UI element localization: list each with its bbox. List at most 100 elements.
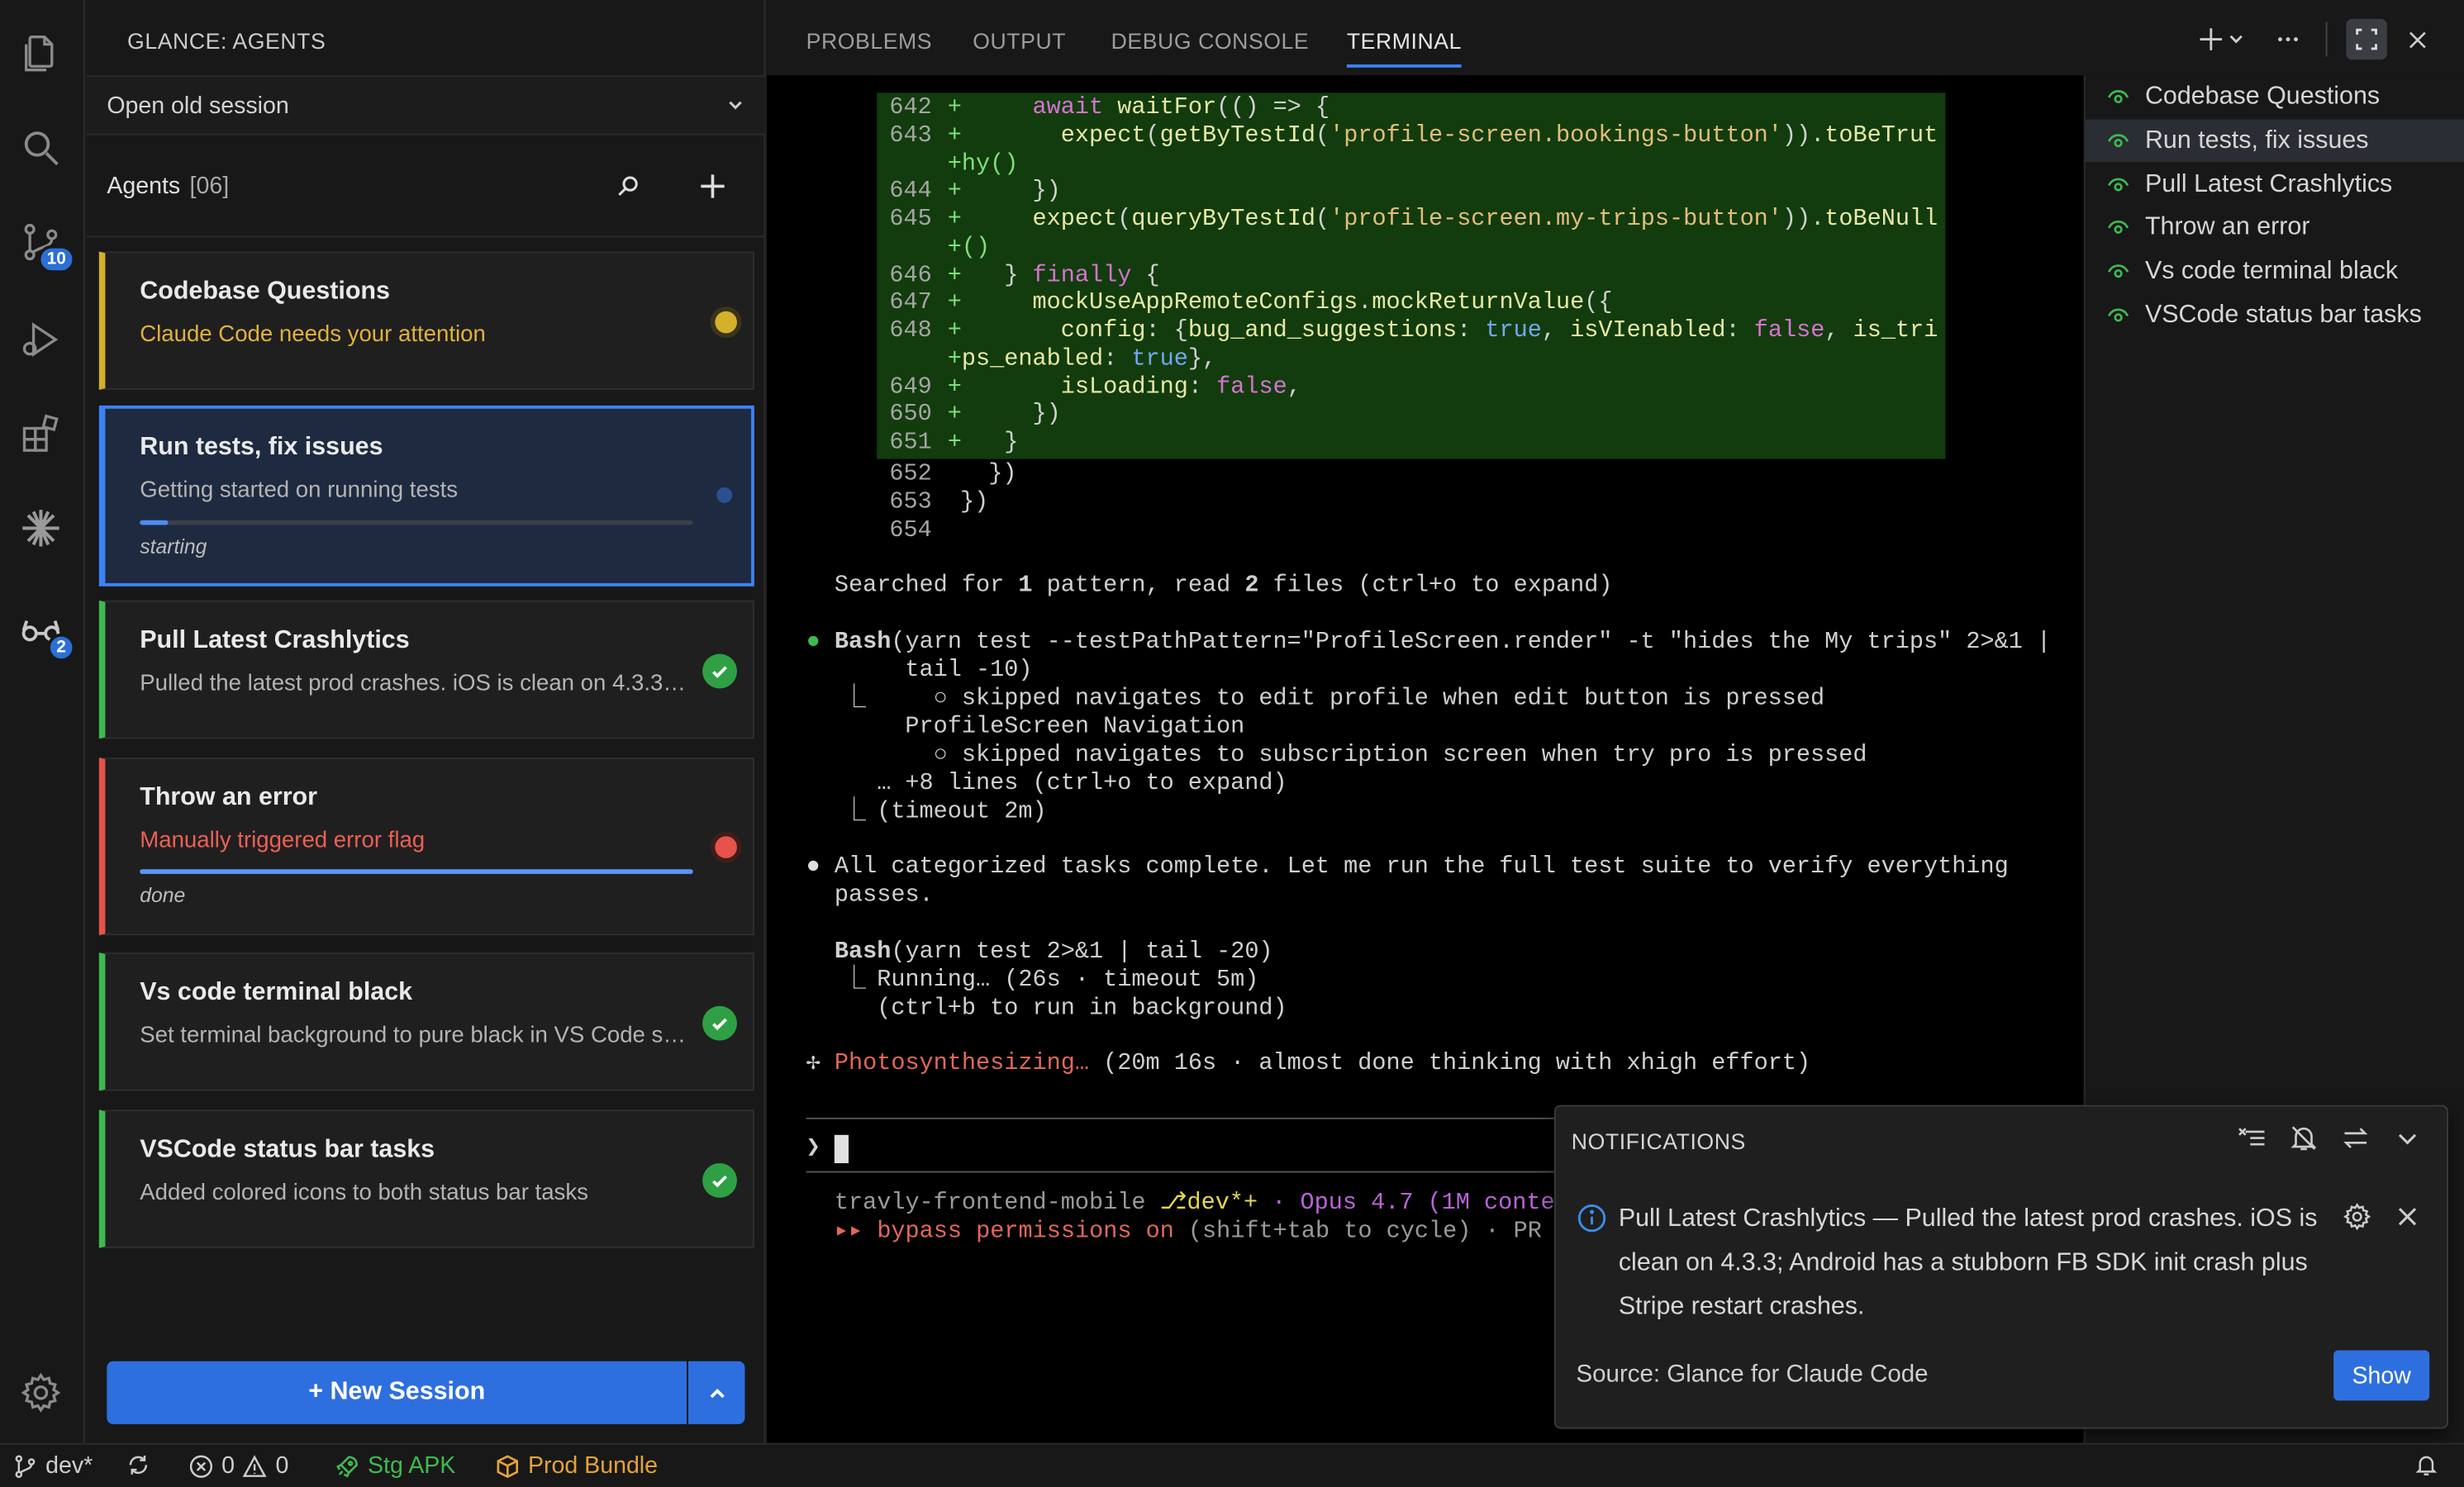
prompt-icon: ❯ bbox=[806, 1134, 821, 1162]
new-session-button[interactable]: + New Session bbox=[107, 1361, 687, 1424]
code-token: toBeNull bbox=[1824, 206, 1938, 233]
bell-icon[interactable] bbox=[2414, 1452, 2438, 1477]
code-token: : bbox=[1187, 373, 1217, 401]
text: 2 bbox=[1244, 572, 1259, 599]
show-button[interactable]: Show bbox=[2333, 1350, 2430, 1401]
agent-card[interactable]: Run tests, fix issues Getting started on… bbox=[98, 405, 754, 587]
settings-icon[interactable] bbox=[16, 1367, 66, 1418]
tab-problems[interactable]: PROBLEMS bbox=[806, 28, 933, 53]
agent-card[interactable]: Codebase Questions Claude Code needs you… bbox=[98, 251, 754, 390]
task-prod-bundle[interactable]: Prod Bundle bbox=[495, 1452, 658, 1479]
agent-card[interactable]: Vs code terminal black Set terminal back… bbox=[98, 953, 754, 1091]
text: (shift+tab to cycle) · PR # bbox=[1173, 1218, 1571, 1245]
progress-bar bbox=[140, 869, 693, 874]
tab-output[interactable]: OUTPUT bbox=[973, 28, 1066, 53]
error-dot bbox=[715, 836, 737, 858]
code-token: false bbox=[1753, 317, 1825, 344]
diff-line: +ps_enabled: true}, bbox=[889, 345, 1216, 373]
package-icon bbox=[497, 1454, 519, 1478]
tab-terminal[interactable]: TERMINAL bbox=[1346, 28, 1463, 68]
task-label: Prod Bundle bbox=[528, 1452, 659, 1480]
toggle-position-icon[interactable] bbox=[2340, 1123, 2371, 1154]
collapse-icon[interactable] bbox=[2392, 1123, 2424, 1154]
diff-plus-marker: + bbox=[947, 401, 962, 429]
line-number: 649 bbox=[889, 373, 932, 401]
extensions-icon[interactable] bbox=[16, 409, 66, 459]
code-token: }) bbox=[961, 401, 1061, 429]
code-token: mockUseAppRemoteConfigs bbox=[1032, 289, 1358, 316]
tab-debug-console[interactable]: DEBUG CONSOLE bbox=[1111, 28, 1310, 53]
close-icon[interactable] bbox=[2395, 1204, 2419, 1229]
terminal-list-item[interactable]: Throw an error bbox=[2086, 207, 2464, 249]
agent-card-subtitle: Manually triggered error flag bbox=[140, 828, 426, 854]
terminal-list-item[interactable]: Pull Latest Crashlytics bbox=[2086, 163, 2464, 205]
search-icon[interactable] bbox=[16, 122, 66, 173]
agent-card-status: done bbox=[140, 883, 186, 907]
code-token: toBeTrut bbox=[1824, 121, 1938, 150]
branch-name: dev* bbox=[45, 1452, 93, 1480]
terminal-list-item[interactable]: Vs code terminal black bbox=[2086, 250, 2464, 292]
run-debug-icon[interactable] bbox=[16, 315, 66, 365]
terminal-list-item[interactable]: Run tests, fix issues bbox=[2085, 119, 2464, 162]
claude-icon[interactable] bbox=[16, 503, 66, 553]
agent-card[interactable]: Pull Latest Crashlytics Pulled the lates… bbox=[98, 600, 754, 739]
terminal-list-label: Pull Latest Crashlytics bbox=[2144, 170, 2393, 197]
more-actions-icon[interactable] bbox=[2271, 22, 2305, 57]
source-control-badge: 10 bbox=[37, 245, 76, 274]
do-not-disturb-icon[interactable] bbox=[2288, 1123, 2319, 1154]
diff-line: 649 + isLoading: false, bbox=[889, 373, 1301, 401]
add-terminal-icon[interactable] bbox=[2194, 22, 2229, 57]
code-token: finally bbox=[1032, 261, 1132, 289]
diff-line: +() bbox=[889, 234, 990, 262]
agent-card-title: Pull Latest Crashlytics bbox=[140, 627, 410, 654]
text: 1 bbox=[1018, 572, 1033, 599]
agent-card[interactable]: Throw an error Manually triggered error … bbox=[98, 758, 754, 936]
diff-line: 644 + }) bbox=[889, 178, 1060, 206]
diff-line: 651 + } bbox=[889, 429, 1018, 457]
session-select[interactable]: Open old session bbox=[86, 75, 766, 135]
files-icon[interactable] bbox=[16, 28, 66, 78]
assistant-message: All categorized tasks complete. Let me r… bbox=[834, 853, 2009, 881]
maximize-panel-icon[interactable] bbox=[2346, 18, 2387, 60]
output-line: … +8 lines (ctrl+o to expand) bbox=[877, 770, 1287, 797]
chevron-up-icon bbox=[709, 1388, 724, 1398]
task-stg-apk[interactable]: Stg APK bbox=[335, 1452, 455, 1479]
add-agent-icon[interactable] bbox=[693, 167, 731, 205]
new-session-menu-button[interactable] bbox=[687, 1361, 745, 1424]
glance-badge: 2 bbox=[46, 633, 76, 663]
code-token: expect bbox=[1032, 206, 1118, 233]
agent-card-subtitle: Set terminal background to pure black in… bbox=[140, 1023, 687, 1049]
problems-status[interactable]: 0 0 bbox=[188, 1452, 288, 1479]
text: Bash bbox=[834, 629, 892, 656]
search-agents-icon[interactable] bbox=[610, 167, 648, 205]
clear-all-icon[interactable] bbox=[2236, 1123, 2267, 1154]
close-panel-icon[interactable] bbox=[2400, 22, 2434, 57]
diff-plus-marker: + bbox=[947, 94, 962, 121]
sync-icon[interactable] bbox=[126, 1452, 150, 1477]
source-control-icon[interactable]: 10 bbox=[16, 217, 76, 274]
terminal-list-label: VSCode status bar tasks bbox=[2144, 302, 2422, 329]
code-line: 653 }) bbox=[889, 489, 988, 517]
code-token: +() bbox=[947, 234, 991, 261]
rocket-icon bbox=[336, 1455, 359, 1477]
tree-connector: ⎿ bbox=[842, 685, 866, 712]
branch-status[interactable]: dev* bbox=[12, 1452, 93, 1479]
check-icon bbox=[702, 653, 737, 689]
output-line: ○ skipped navigates to edit profile when… bbox=[933, 685, 1825, 712]
glance-icon[interactable]: 2 bbox=[16, 606, 76, 663]
progress-fill bbox=[140, 869, 693, 874]
agent-card[interactable]: VSCode status bar tasks Added colored ic… bbox=[98, 1109, 754, 1248]
gear-icon[interactable] bbox=[2342, 1201, 2373, 1233]
chevron-down-icon[interactable] bbox=[2225, 22, 2248, 57]
agent-card-subtitle: Claude Code needs your attention bbox=[140, 322, 486, 348]
code-token: , bbox=[1541, 317, 1571, 344]
code-token: waitFor bbox=[1117, 94, 1217, 121]
terminal-list-item[interactable]: Codebase Questions bbox=[2086, 75, 2464, 117]
terminal-list-item[interactable]: VSCode status bar tasks bbox=[2086, 294, 2464, 336]
code-token: expect bbox=[1060, 121, 1146, 150]
eye-icon bbox=[2108, 133, 2129, 147]
code-token: ( bbox=[1145, 121, 1160, 150]
code-token: true bbox=[1131, 345, 1188, 373]
divider bbox=[2325, 21, 2328, 57]
code-token: +hy() bbox=[947, 150, 1019, 178]
